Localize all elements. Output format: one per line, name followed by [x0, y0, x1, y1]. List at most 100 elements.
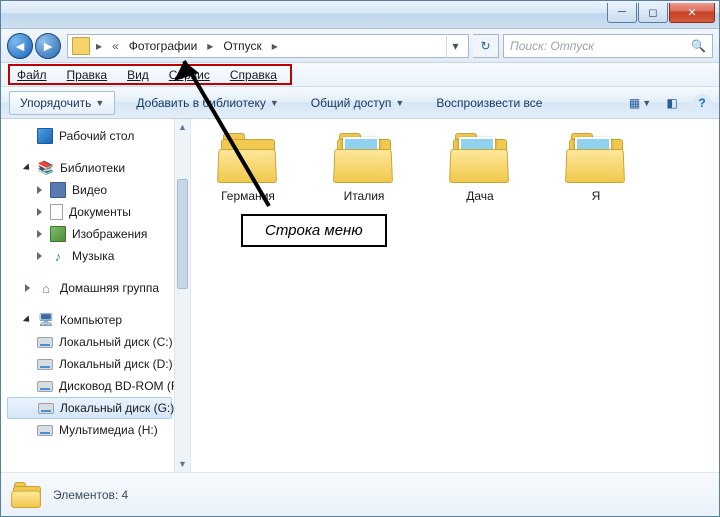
expand-icon[interactable] — [37, 230, 42, 238]
chevron-down-icon: ▼ — [95, 98, 104, 108]
annotation-label: Строка меню — [241, 214, 387, 247]
view-options-button[interactable]: ▦ ▼ — [629, 92, 651, 114]
forward-button[interactable]: ► — [35, 33, 61, 59]
desktop-icon — [37, 128, 53, 144]
sidebar-item-label: Компьютер — [60, 313, 122, 327]
sidebar-item-drive-c[interactable]: Локальный диск (C:) — [7, 331, 190, 353]
sidebar-item-label: Документы — [69, 205, 131, 219]
sidebar-item-drive-h[interactable]: Мультимедиа (H:) — [7, 419, 190, 441]
navigation-pane: Рабочий стол 📚 Библиотеки Видео Док — [1, 119, 191, 472]
sidebar-item-libraries[interactable]: 📚 Библиотеки — [7, 157, 190, 179]
scroll-thumb[interactable] — [177, 179, 188, 289]
add-library-label: Добавить в библиотеку — [136, 96, 266, 110]
folder-icon — [565, 133, 627, 183]
folder-item[interactable]: Италия — [319, 133, 409, 203]
menu-file[interactable]: Файл — [7, 65, 57, 85]
chevron-right-icon: ▸ — [92, 39, 106, 53]
item-label: Дача — [435, 189, 525, 203]
play-all-button[interactable]: Воспроизвести все — [425, 91, 553, 115]
chevron-left-icon: « — [108, 39, 123, 53]
breadcrumb-seg[interactable]: Отпуск — [219, 39, 265, 53]
document-icon — [50, 204, 63, 220]
preview-pane-button[interactable]: ◧ — [661, 92, 683, 114]
sidebar-item-videos[interactable]: Видео — [7, 179, 190, 201]
expand-icon[interactable] — [37, 252, 42, 260]
menu-edit[interactable]: Правка — [57, 65, 118, 85]
folder-item[interactable]: Германия — [203, 133, 293, 203]
navbar: ◄ ► ▸ « Фотографии ▸ Отпуск ▸ ▾ ↻ Поиск:… — [1, 29, 719, 63]
address-bar[interactable]: ▸ « Фотографии ▸ Отпуск ▸ ▾ — [67, 34, 469, 58]
sidebar-item-label: Домашняя группа — [60, 281, 159, 295]
body: Рабочий стол 📚 Библиотеки Видео Док — [1, 119, 719, 472]
folder-icon — [333, 133, 395, 183]
sidebar-item-label: Видео — [72, 183, 107, 197]
menu-help[interactable]: Справка — [220, 65, 287, 85]
status-bar: Элементов: 4 — [1, 472, 719, 516]
menubar: Файл Правка Вид Сервис Справка — [1, 63, 719, 87]
search-input[interactable]: Поиск: Отпуск 🔍 — [503, 34, 713, 58]
folder-icon — [449, 133, 511, 183]
scroll-up-icon[interactable]: ▲ — [175, 119, 190, 135]
drive-icon — [37, 359, 53, 370]
sidebar-item-label: Музыка — [72, 249, 114, 263]
play-all-label: Воспроизвести все — [436, 96, 542, 110]
item-label: Германия — [203, 189, 293, 203]
expand-icon[interactable] — [37, 208, 42, 216]
sidebar-scrollbar[interactable]: ▲ ▼ — [174, 119, 190, 472]
scroll-down-icon[interactable]: ▼ — [175, 456, 190, 472]
sidebar-item-label: Мультимедиа (H:) — [59, 423, 158, 437]
expand-icon[interactable] — [23, 163, 32, 172]
drive-icon — [38, 403, 54, 414]
folder-icon — [217, 133, 279, 183]
sidebar-item-pictures[interactable]: Изображения — [7, 223, 190, 245]
folder-icon — [72, 37, 90, 55]
computer-icon: 🖥 — [38, 312, 54, 328]
sidebar-item-label: Библиотеки — [60, 161, 125, 175]
expand-icon[interactable] — [23, 315, 32, 324]
titlebar: ─ ◻ ✕ — [1, 1, 719, 29]
chevron-down-icon: ▼ — [395, 98, 404, 108]
item-label: Италия — [319, 189, 409, 203]
back-button[interactable]: ◄ — [7, 33, 33, 59]
sidebar-item-homegroup[interactable]: ⌂ Домашняя группа — [7, 277, 190, 299]
sidebar-item-label: Локальный диск (G:) — [60, 401, 174, 415]
homegroup-icon: ⌂ — [38, 280, 54, 296]
sidebar-item-label: Локальный диск (C:) — [59, 335, 173, 349]
content-pane: Германия Италия Дача Я — [191, 119, 719, 472]
chevron-right-icon: ▸ — [203, 39, 217, 53]
menu-service[interactable]: Сервис — [159, 65, 220, 85]
address-dropdown[interactable]: ▾ — [446, 34, 464, 58]
organize-button[interactable]: Упорядочить ▼ — [9, 91, 115, 115]
chevron-down-icon: ▼ — [270, 98, 279, 108]
maximize-button[interactable]: ◻ — [638, 3, 668, 23]
sidebar-item-computer[interactable]: 🖥 Компьютер — [7, 309, 190, 331]
folder-item[interactable]: Я — [551, 133, 641, 203]
help-button[interactable]: ? — [693, 94, 711, 112]
drive-icon — [37, 425, 53, 436]
sidebar-item-drive-d[interactable]: Локальный диск (D:) — [7, 353, 190, 375]
expand-icon[interactable] — [25, 284, 30, 292]
minimize-button[interactable]: ─ — [607, 3, 637, 23]
share-button[interactable]: Общий доступ ▼ — [300, 91, 416, 115]
add-to-library-button[interactable]: Добавить в библиотеку ▼ — [125, 91, 289, 115]
folder-icon — [11, 482, 43, 508]
share-label: Общий доступ — [311, 96, 392, 110]
folder-item[interactable]: Дача — [435, 133, 525, 203]
sidebar-item-documents[interactable]: Документы — [7, 201, 190, 223]
explorer-window: ─ ◻ ✕ ◄ ► ▸ « Фотографии ▸ Отпуск ▸ ▾ ↻ … — [0, 0, 720, 517]
drive-icon — [37, 337, 53, 348]
item-label: Я — [551, 189, 641, 203]
refresh-button[interactable]: ↻ — [473, 34, 499, 58]
music-icon: ♪ — [50, 248, 66, 264]
sidebar-item-desktop[interactable]: Рабочий стол — [7, 125, 190, 147]
sidebar-item-music[interactable]: ♪ Музыка — [7, 245, 190, 267]
sidebar-item-drive-g[interactable]: Локальный диск (G:) — [7, 397, 172, 419]
sidebar-item-drive-f[interactable]: Дисковод BD-ROM (F:) — [7, 375, 190, 397]
menu-view[interactable]: Вид — [117, 65, 159, 85]
breadcrumb-seg[interactable]: Фотографии — [125, 39, 202, 53]
video-icon — [50, 182, 66, 198]
search-placeholder: Поиск: Отпуск — [510, 39, 594, 53]
search-icon: 🔍 — [691, 39, 706, 53]
close-button[interactable]: ✕ — [669, 3, 715, 23]
expand-icon[interactable] — [37, 186, 42, 194]
